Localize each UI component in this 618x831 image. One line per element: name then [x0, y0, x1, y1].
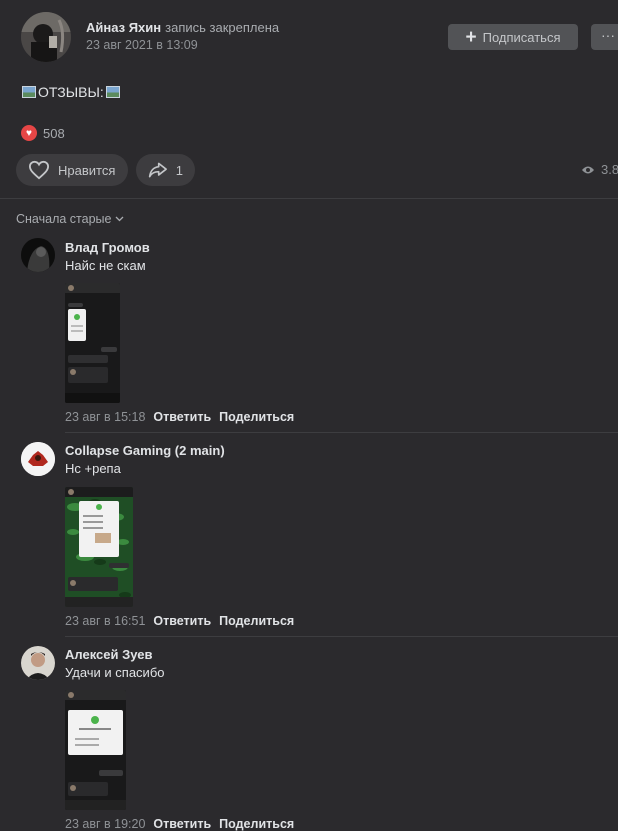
picture-emoji-icon	[105, 86, 120, 98]
comment-divider	[65, 432, 618, 433]
comment-author[interactable]: Алексей Зуев	[65, 647, 153, 662]
more-icon: ···	[601, 27, 615, 43]
eye-icon	[582, 166, 594, 173]
comment-attachment-image[interactable]	[65, 487, 133, 607]
share-button[interactable]: 1	[136, 154, 195, 186]
more-button[interactable]: ···	[591, 24, 618, 50]
comment-text: Найс не скам	[65, 258, 146, 273]
comment-attachment-image[interactable]	[65, 690, 126, 810]
comment-meta: 23 авг в 15:18 Ответить Поделиться	[65, 410, 294, 424]
share-comment-button[interactable]: Поделиться	[219, 614, 294, 628]
subscribe-button[interactable]: + Подписаться	[448, 24, 578, 50]
share-comment-button[interactable]: Поделиться	[219, 817, 294, 831]
reply-button[interactable]: Ответить	[153, 614, 211, 628]
comment-date[interactable]: 23 авг в 19:20	[65, 817, 145, 831]
post-text-content: ОТЗЫВЫ:	[38, 84, 104, 100]
post-author: Айназ Яхин запись закреплена	[86, 20, 279, 35]
post-date[interactable]: 23 авг 2021 в 13:09	[86, 38, 198, 52]
pinned-label: запись закреплена	[165, 20, 280, 35]
post-text: ОТЗЫВЫ:	[22, 84, 120, 100]
plus-icon: +	[465, 26, 477, 48]
comments-sort[interactable]: Сначала старые	[16, 212, 124, 226]
share-icon	[148, 162, 167, 178]
reply-button[interactable]: Ответить	[153, 410, 211, 424]
divider	[0, 198, 618, 199]
views: 3.8	[581, 162, 618, 177]
comment-text: Удачи и спасибо	[65, 665, 165, 680]
comment-attachment-image[interactable]	[65, 283, 120, 403]
comment-avatar[interactable]	[21, 238, 55, 272]
heart-outline-icon	[28, 160, 50, 180]
comment-date[interactable]: 23 авг в 16:51	[65, 614, 145, 628]
share-comment-button[interactable]: Поделиться	[219, 410, 294, 424]
comment-divider	[65, 636, 618, 637]
views-count: 3.8	[601, 162, 618, 177]
comments-sort-label: Сначала старые	[16, 212, 112, 226]
post-author-avatar[interactable]	[21, 12, 71, 62]
comment-author[interactable]: Collapse Gaming (2 main)	[65, 443, 225, 458]
comment-meta: 23 авг в 16:51 Ответить Поделиться	[65, 614, 294, 628]
post-author-name[interactable]: Айназ Яхин	[86, 20, 161, 35]
heart-icon[interactable]: ♥	[21, 125, 37, 141]
comment-text: Нс +репа	[65, 461, 121, 476]
comment-date[interactable]: 23 авг в 15:18	[65, 410, 145, 424]
reply-button[interactable]: Ответить	[153, 817, 211, 831]
like-summary-count[interactable]: 508	[43, 126, 65, 141]
share-count: 1	[175, 162, 183, 178]
chevron-down-icon	[116, 216, 124, 222]
subscribe-label: Подписаться	[482, 29, 561, 45]
like-label: Нравится	[58, 162, 116, 178]
comment-meta: 23 авг в 19:20 Ответить Поделиться	[65, 817, 294, 831]
like-button[interactable]: Нравится	[16, 154, 128, 186]
picture-emoji-icon	[22, 86, 36, 98]
comment-avatar[interactable]	[21, 646, 55, 680]
comment-avatar[interactable]	[21, 442, 55, 476]
comment-author[interactable]: Влад Громов	[65, 240, 150, 255]
